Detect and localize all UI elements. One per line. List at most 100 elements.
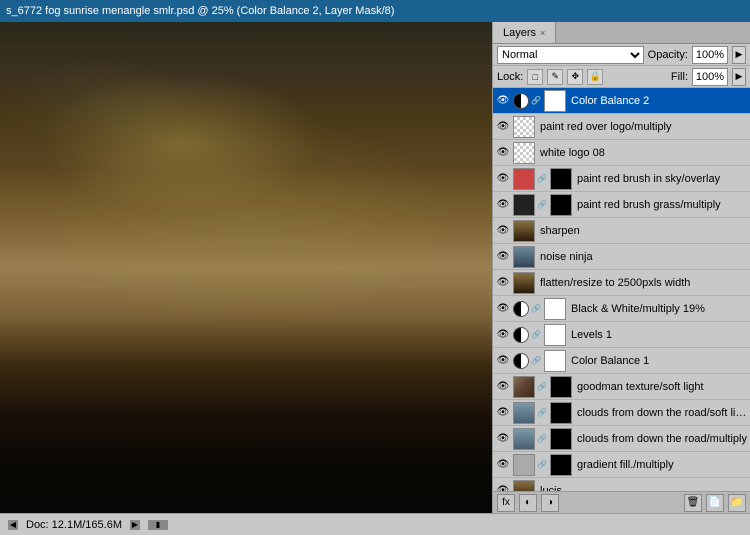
visibility-icon[interactable]: 👁 bbox=[495, 171, 511, 187]
visibility-icon[interactable]: 👁 bbox=[495, 301, 511, 317]
layer-mask-thumb bbox=[550, 428, 572, 450]
adjustment-icon bbox=[513, 301, 529, 317]
layer-name: gradient fill./multiply bbox=[574, 459, 748, 471]
link-icon: 🔗 bbox=[531, 330, 541, 340]
lock-row: Lock: □ ✎ ✥ 🔒 Fill: ▶ bbox=[493, 66, 750, 88]
blend-mode-select[interactable]: Normal Dissolve Multiply Screen Overlay … bbox=[497, 46, 644, 64]
layer-item[interactable]: 👁🔗clouds from down the road/multiply bbox=[493, 426, 750, 452]
app-container: s_6772 fog sunrise menangle smlr.psd @ 2… bbox=[0, 0, 750, 535]
layer-thumb bbox=[513, 220, 535, 242]
status-bar: ◀ Doc: 12.1M/165.6M ▶ ▮ bbox=[0, 513, 750, 535]
layer-thumb bbox=[513, 246, 535, 268]
visibility-icon[interactable]: 👁 bbox=[495, 353, 511, 369]
opacity-input[interactable] bbox=[692, 46, 728, 64]
layer-thumb bbox=[513, 376, 535, 398]
visibility-icon[interactable]: 👁 bbox=[495, 483, 511, 492]
visibility-icon[interactable]: 👁 bbox=[495, 405, 511, 421]
layer-name: white logo 08 bbox=[537, 147, 748, 159]
lock-transparent-button[interactable]: □ bbox=[527, 69, 543, 85]
canvas-area bbox=[0, 22, 492, 513]
new-layer-button[interactable]: 📄 bbox=[706, 494, 724, 512]
layer-item[interactable]: 👁 paint red over logo/multiply bbox=[493, 114, 750, 140]
visibility-icon[interactable]: 👁 bbox=[495, 223, 511, 239]
layer-thumb bbox=[513, 402, 535, 424]
visibility-icon[interactable]: 👁 bbox=[495, 93, 511, 109]
layer-name: clouds from down the road/multiply bbox=[574, 433, 748, 445]
link-icon: 🔗 bbox=[537, 200, 547, 210]
panel-toolbar: fx ◐ ◑ 🗑 📄 📁 bbox=[493, 491, 750, 513]
layer-item[interactable]: 👁 🔗 Color Balance 1 bbox=[493, 348, 750, 374]
main-area: Layers × Normal Dissolve Multiply Screen… bbox=[0, 22, 750, 513]
layer-name: Color Balance 1 bbox=[568, 355, 748, 367]
layer-thumb bbox=[513, 142, 535, 164]
layer-thumb bbox=[513, 116, 535, 138]
fill-arrow[interactable]: ▶ bbox=[732, 68, 746, 86]
layer-name: paint red brush in sky/overlay bbox=[574, 173, 748, 185]
layers-tab-close[interactable]: × bbox=[540, 28, 545, 38]
layer-name: paint red over logo/multiply bbox=[537, 121, 748, 133]
visibility-icon[interactable]: 👁 bbox=[495, 275, 511, 291]
visibility-icon[interactable]: 👁 bbox=[495, 249, 511, 265]
layers-tab[interactable]: Layers × bbox=[493, 22, 556, 43]
layer-item[interactable]: 👁 🔗 paint red brush in sky/overlay bbox=[493, 166, 750, 192]
visibility-icon[interactable]: 👁 bbox=[495, 457, 511, 473]
layer-mask-thumb bbox=[550, 168, 572, 190]
layer-item[interactable]: 👁 white logo 08 bbox=[493, 140, 750, 166]
layer-item[interactable]: 👁🔗Black & White/multiply 19% bbox=[493, 296, 750, 322]
layer-thumb bbox=[513, 168, 535, 190]
visibility-icon[interactable]: 👁 bbox=[495, 379, 511, 395]
add-mask-button[interactable]: ◐ bbox=[519, 494, 537, 512]
lock-label: Lock: bbox=[497, 71, 523, 83]
status-scrollbar[interactable]: ▮ bbox=[148, 520, 168, 530]
visibility-icon[interactable]: 👁 bbox=[495, 197, 511, 213]
canvas-image bbox=[0, 22, 492, 513]
layer-item[interactable]: 👁noise ninja bbox=[493, 244, 750, 270]
layer-thumb bbox=[513, 194, 535, 216]
link-icon: 🔗 bbox=[537, 174, 547, 184]
layers-tab-label: Layers bbox=[503, 27, 536, 39]
link-icon: 🔗 bbox=[531, 356, 541, 366]
layer-item[interactable]: 👁🔗goodman texture/soft light bbox=[493, 374, 750, 400]
add-style-button[interactable]: fx bbox=[497, 494, 515, 512]
status-arrow-left[interactable]: ◀ bbox=[8, 520, 18, 530]
lock-all-button[interactable]: 🔒 bbox=[587, 69, 603, 85]
lock-image-button[interactable]: ✎ bbox=[547, 69, 563, 85]
opacity-arrow[interactable]: ▶ bbox=[732, 46, 746, 64]
layer-name: Color Balance 2 bbox=[568, 95, 748, 107]
status-arrow-right[interactable]: ▶ bbox=[130, 520, 140, 530]
layer-mask-thumb bbox=[550, 402, 572, 424]
link-icon: 🔗 bbox=[537, 408, 547, 418]
layer-item[interactable]: 👁 flatten/resize to 2500pxls width bbox=[493, 270, 750, 296]
layer-item[interactable]: 👁lucis bbox=[493, 478, 750, 491]
delete-layer-button[interactable]: 🗑 bbox=[684, 494, 702, 512]
visibility-icon[interactable]: 👁 bbox=[495, 145, 511, 161]
layer-item[interactable]: 👁🔗paint red brush grass/multiply bbox=[493, 192, 750, 218]
lock-position-button[interactable]: ✥ bbox=[567, 69, 583, 85]
adjustment-icon bbox=[513, 353, 529, 369]
layer-name: flatten/resize to 2500pxls width bbox=[537, 277, 748, 289]
fill-label: Fill: bbox=[671, 71, 688, 83]
layer-item[interactable]: 👁 🔗 gradient fill./multiply bbox=[493, 452, 750, 478]
doc-status: Doc: 12.1M/165.6M bbox=[26, 519, 122, 531]
title-text: s_6772 fog sunrise menangle smlr.psd @ 2… bbox=[6, 5, 394, 17]
new-group-button[interactable]: 📁 bbox=[728, 494, 746, 512]
layer-item[interactable]: 👁 sharpen bbox=[493, 218, 750, 244]
layer-list[interactable]: 👁🔗Color Balance 2👁paint red over logo/mu… bbox=[493, 88, 750, 491]
layer-thumb bbox=[513, 272, 535, 294]
opacity-label: Opacity: bbox=[648, 49, 688, 61]
visibility-icon[interactable]: 👁 bbox=[495, 327, 511, 343]
layer-name: clouds from down the road/soft light bbox=[574, 407, 748, 419]
visibility-icon[interactable]: 👁 bbox=[495, 431, 511, 447]
visibility-icon[interactable]: 👁 bbox=[495, 119, 511, 135]
layer-mask-thumb bbox=[544, 298, 566, 320]
layer-name: sharpen bbox=[537, 225, 748, 237]
link-icon: 🔗 bbox=[531, 304, 541, 314]
layer-item[interactable]: 👁 🔗 clouds from down the road/soft light bbox=[493, 400, 750, 426]
layer-item[interactable]: 👁🔗Levels 1 bbox=[493, 322, 750, 348]
fill-input[interactable] bbox=[692, 68, 728, 86]
layer-mask-thumb bbox=[550, 376, 572, 398]
layer-item[interactable]: 👁🔗Color Balance 2 bbox=[493, 88, 750, 114]
layers-tab-bar: Layers × bbox=[493, 22, 750, 44]
link-icon: 🔗 bbox=[537, 460, 547, 470]
new-adjustment-button[interactable]: ◑ bbox=[541, 494, 559, 512]
